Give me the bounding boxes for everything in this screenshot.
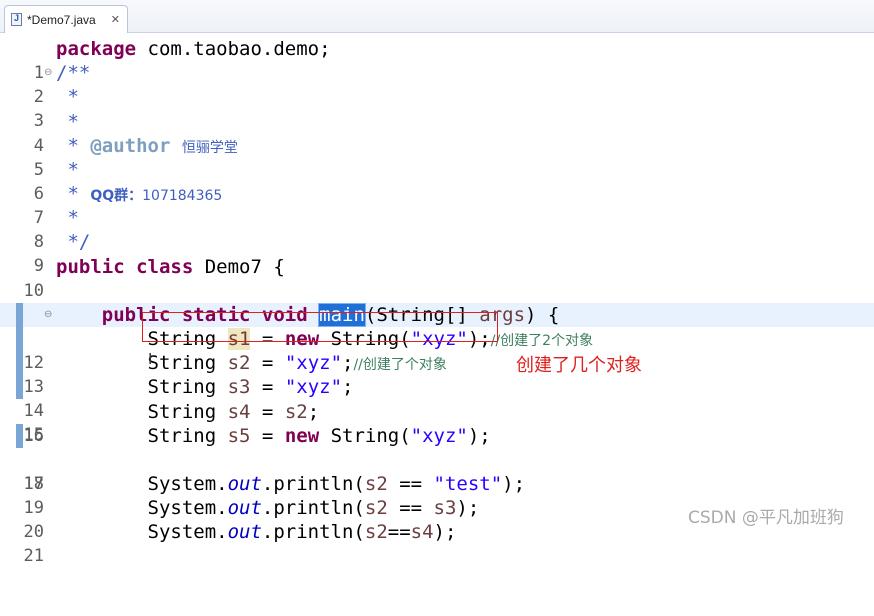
gutter-marker <box>16 351 23 375</box>
text-cursor-icon: I <box>148 350 153 368</box>
code-text: System.out.println(s2 == s3); <box>56 497 480 519</box>
annotation-note: 创建了几个对象 <box>516 355 642 376</box>
code-text: * <box>56 207 79 229</box>
code-text: String s5 = new String("xyz"); <box>56 425 491 447</box>
code-line: 17 String s5 = new String("xyz"); <box>0 424 874 494</box>
code-line: 18 <box>0 448 874 494</box>
code-line: 14 String s2 = "xyz";//创建了个对象 <box>0 351 874 421</box>
code-comment: //创建了个对象 <box>353 357 447 373</box>
qq-label: QQ群： <box>90 188 143 204</box>
code-line: 7 * QQ群：107184365 <box>0 182 874 228</box>
code-line: 2 ⊖ /** <box>0 61 874 107</box>
code-text: * <box>56 111 79 133</box>
tab-title: *Demo7.java <box>27 12 96 27</box>
author-name: 恒骊学堂 <box>181 140 238 156</box>
code-text: /** <box>56 62 91 84</box>
fold-collapse-icon[interactable]: ⊖ <box>44 61 56 85</box>
code-text: String s4 = s2; <box>56 401 320 423</box>
code-text: * QQ群：107184365 <box>56 183 223 205</box>
watermark: CSDN @平凡加班狗 <box>688 508 844 528</box>
code-line: 10 public class Demo7 { <box>0 255 874 301</box>
code-line: 4 * <box>0 110 874 156</box>
close-icon[interactable]: ✕ <box>111 13 120 26</box>
fold-collapse-icon[interactable]: ⊖ <box>44 303 56 327</box>
javadoc-author-tag: @author <box>90 135 171 157</box>
code-line: 6 * <box>0 158 874 204</box>
code-line: 9 */ <box>0 230 874 276</box>
code-text: package com.taobao.demo; <box>56 38 331 60</box>
code-line: 3 * <box>0 85 874 131</box>
code-text: String s2 = "xyz";//创建了个对象 <box>56 352 447 374</box>
code-text: * @author 恒骊学堂 <box>56 135 238 157</box>
line-number: 21 <box>23 546 44 566</box>
code-text: System.out.println(s2==s4); <box>56 521 457 543</box>
code-text: System.out.println(s2 == "test"); <box>56 473 526 495</box>
annotation-highlight-box <box>142 312 498 342</box>
gutter-marker <box>16 303 23 327</box>
tab-demo7-java[interactable]: *Demo7.java ✕ <box>4 5 128 33</box>
gutter-marker <box>16 424 23 448</box>
code-line: 15 String s3 = "xyz"; <box>0 375 874 445</box>
gutter-marker <box>16 375 23 399</box>
code-text: * <box>56 86 79 108</box>
code-text: String s3 = "xyz"; <box>56 376 354 398</box>
qq-number: 107184365 <box>142 188 223 204</box>
code-line: 16 String s4 = s2; <box>0 400 874 446</box>
code-line: 19 System.out.println(s2 == "test"); <box>0 472 874 518</box>
code-line: 11 <box>0 279 874 325</box>
code-line: 1 package com.taobao.demo; <box>0 37 874 83</box>
code-line: 8 * <box>0 206 874 252</box>
code-editor[interactable]: 1 package com.taobao.demo; 2 ⊖ /** 3 * 4… <box>0 33 874 566</box>
gutter-marker <box>16 327 23 351</box>
editor-tab-bar: *Demo7.java ✕ <box>0 0 874 33</box>
code-line: 5 * @author 恒骊学堂 <box>0 134 874 180</box>
code-text: * <box>56 159 79 181</box>
code-text: */ <box>56 231 91 253</box>
code-comment: //创建了2个对象 <box>490 333 594 349</box>
java-file-icon <box>11 13 22 26</box>
code-text: public class Demo7 { <box>56 256 285 278</box>
